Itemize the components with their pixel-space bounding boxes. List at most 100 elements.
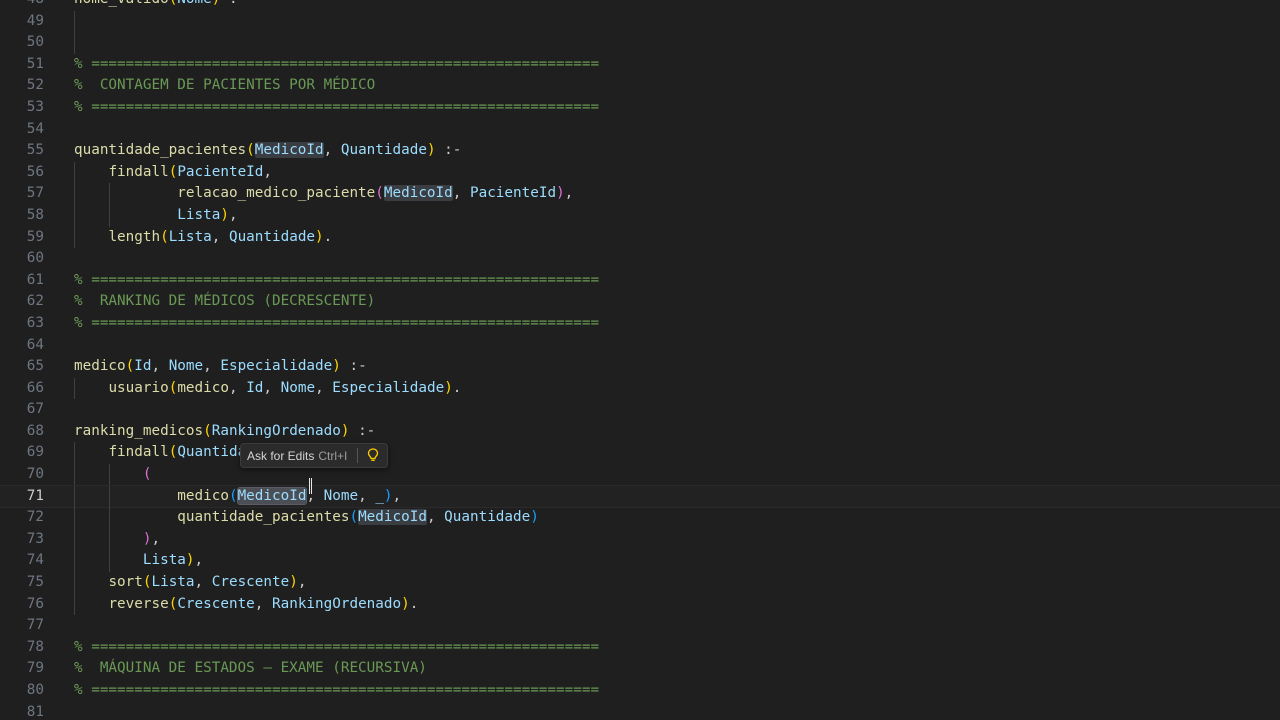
code-token: MedicoId bbox=[358, 509, 427, 526]
code-line[interactable]: 48 nome_valido(Nome) :- bbox=[0, 0, 1280, 11]
code-token: usuario bbox=[108, 379, 169, 396]
code-text[interactable]: reverse(Crescente, RankingOrdenado). bbox=[74, 594, 418, 616]
code-line[interactable]: 81 bbox=[0, 702, 1280, 720]
code-line[interactable]: 74 Lista), bbox=[0, 550, 1280, 573]
code-token: RankingOrdenado bbox=[272, 595, 402, 612]
code-token: RankingOrdenado bbox=[211, 422, 341, 439]
code-token: Nome bbox=[280, 379, 316, 396]
code-line[interactable]: 49 bbox=[0, 10, 1280, 33]
code-line[interactable]: 61 % ====================================… bbox=[0, 270, 1280, 292]
code-text[interactable]: Lista), bbox=[74, 205, 237, 227]
code-line[interactable]: 52 % CONTAGEM DE PACIENTES POR MÉDICO bbox=[0, 75, 1280, 97]
code-token: PacienteId bbox=[469, 185, 557, 202]
line-number: 49 bbox=[26, 12, 44, 29]
code-line[interactable]: 70 ( bbox=[0, 464, 1280, 486]
code-line[interactable]: 64 bbox=[0, 335, 1280, 357]
code-text[interactable]: sort(Lista, Crescente), bbox=[74, 572, 306, 594]
code-text[interactable]: quantidade_pacientes(MedicoId, Quantidad… bbox=[74, 507, 539, 529]
code-token: . bbox=[323, 228, 333, 245]
code-text[interactable]: nome_valido(Nome) :- bbox=[74, 0, 246, 11]
ask-for-edits-hint[interactable]: Ask for Edits Ctrl+I bbox=[240, 443, 389, 468]
code-token: ) bbox=[315, 228, 324, 245]
line-number: 62 bbox=[26, 293, 44, 310]
code-line[interactable]: 53 % ====================================… bbox=[0, 97, 1280, 119]
code-token: , bbox=[254, 595, 272, 612]
code-text[interactable]: ( bbox=[74, 464, 152, 486]
line-number: 55 bbox=[26, 142, 44, 159]
code-token: medico bbox=[74, 358, 126, 375]
code-token: ( bbox=[125, 358, 135, 375]
code-line[interactable]: 77 bbox=[0, 615, 1280, 637]
code-text[interactable]: medico(Id, Nome, Especialidade) :- bbox=[74, 356, 367, 378]
code-line[interactable]: 66 usuario(medico, Id, Nome, Especialida… bbox=[0, 377, 1280, 400]
code-text[interactable]: ), bbox=[74, 529, 160, 551]
code-text[interactable]: % ======================================… bbox=[74, 54, 599, 76]
code-token: , bbox=[426, 509, 445, 526]
code-token: , bbox=[263, 379, 281, 396]
code-text[interactable]: quantidade_pacientes(MedicoId, Quantidad… bbox=[74, 140, 461, 162]
code-token: , bbox=[263, 163, 272, 180]
code-line[interactable]: 63 % ====================================… bbox=[0, 313, 1280, 335]
code-text[interactable]: % ======================================… bbox=[74, 97, 599, 119]
code-token: Quantidade bbox=[340, 142, 427, 159]
code-line[interactable]: 55 quantidade_pacientes(MedicoId, Quantid… bbox=[0, 140, 1280, 162]
lightbulb-icon[interactable] bbox=[367, 447, 379, 464]
code-line[interactable]: 67 bbox=[0, 399, 1280, 421]
indent-guide bbox=[74, 10, 75, 33]
code-line[interactable]: 71 medico(MedicoId, Nome, _), bbox=[0, 484, 1280, 509]
code-line[interactable]: 51 % ====================================… bbox=[0, 54, 1280, 76]
code-token: , bbox=[194, 574, 212, 591]
code-text[interactable]: relacao_medico_paciente(MedicoId, Pacien… bbox=[74, 183, 573, 205]
code-line[interactable]: 57 relacao_medico_paciente(MedicoId, Pac… bbox=[0, 183, 1280, 205]
code-text[interactable]: ranking_medicos(RankingOrdenado) :- bbox=[74, 421, 375, 443]
code-line[interactable]: 69 findall(Quantidade-Nome, bbox=[0, 442, 1280, 465]
line-number: 58 bbox=[26, 206, 44, 223]
code-line[interactable]: 78 % ====================================… bbox=[0, 637, 1280, 659]
code-text[interactable]: medico(MedicoId, Nome, _), bbox=[74, 486, 401, 508]
code-token: Lista bbox=[151, 574, 195, 591]
code-token: medico bbox=[177, 487, 229, 504]
code-line[interactable]: 65 medico(Id, Nome, Especialidade) :- bbox=[0, 356, 1280, 378]
code-line[interactable]: 79 % MÁQUINA DE ESTADOS – EXAME (RECURSIV… bbox=[0, 658, 1280, 680]
code-token: . bbox=[452, 379, 462, 396]
code-line[interactable]: 72 quantidade_pacientes(MedicoId, Quanti… bbox=[0, 507, 1280, 529]
code-line[interactable]: 80 % ====================================… bbox=[0, 680, 1280, 702]
code-token: % ======================================… bbox=[74, 55, 600, 72]
code-line[interactable]: 56 findall(PacienteId, bbox=[0, 161, 1280, 184]
code-text[interactable]: usuario(medico, Id, Nome, Especialidade)… bbox=[74, 378, 461, 400]
code-token: Lista bbox=[177, 206, 221, 223]
code-token: Especialidade bbox=[332, 379, 445, 396]
code-line[interactable]: 73 ), bbox=[0, 528, 1280, 551]
code-text[interactable]: % ======================================… bbox=[74, 313, 599, 335]
code-token: % CONTAGEM DE PACIENTES POR MÉDICO bbox=[74, 77, 376, 94]
code-line[interactable]: 62 % RANKING DE MÉDICOS (DECRESCENTE) bbox=[0, 291, 1280, 313]
code-text[interactable]: % RANKING DE MÉDICOS (DECRESCENTE) bbox=[74, 291, 375, 313]
code-text[interactable]: % ======================================… bbox=[74, 637, 599, 659]
code-line[interactable]: 50 bbox=[0, 32, 1280, 54]
line-number: 52 bbox=[26, 77, 44, 94]
code-line[interactable]: 75 sort(Lista, Crescente), bbox=[0, 572, 1280, 594]
code-text[interactable]: length(Lista, Quantidade). bbox=[74, 227, 332, 249]
line-number: 64 bbox=[26, 336, 44, 353]
code-editor[interactable]: 48nome_valido(Nome) :-49 5051% ==========… bbox=[0, 0, 1280, 720]
code-token: % ======================================… bbox=[74, 98, 600, 115]
code-token: . bbox=[409, 595, 419, 612]
code-line[interactable]: 58 Lista), bbox=[0, 204, 1280, 227]
code-text[interactable]: % CONTAGEM DE PACIENTES POR MÉDICO bbox=[74, 75, 375, 97]
code-text[interactable]: Lista), bbox=[74, 550, 203, 572]
code-line[interactable]: 59 length(Lista, Quantidade). bbox=[0, 226, 1280, 249]
code-text[interactable]: findall(PacienteId, bbox=[74, 162, 272, 184]
code-line[interactable]: 60 bbox=[0, 248, 1280, 270]
code-line[interactable]: 76 reverse(Crescente, RankingOrdenado). bbox=[0, 593, 1280, 616]
code-line[interactable]: 68 ranking_medicos(RankingOrdenado) :- bbox=[0, 421, 1280, 443]
code-token: , bbox=[315, 379, 333, 396]
code-text[interactable]: % ======================================… bbox=[74, 270, 599, 292]
code-text[interactable]: % ======================================… bbox=[74, 680, 599, 702]
code-text[interactable]: % MÁQUINA DE ESTADOS – EXAME (RECURSIVA) bbox=[74, 658, 427, 680]
code-token: ) bbox=[556, 185, 565, 202]
line-number: 54 bbox=[26, 120, 44, 137]
code-token: , bbox=[297, 574, 307, 591]
code-line[interactable]: 54 bbox=[0, 119, 1280, 141]
